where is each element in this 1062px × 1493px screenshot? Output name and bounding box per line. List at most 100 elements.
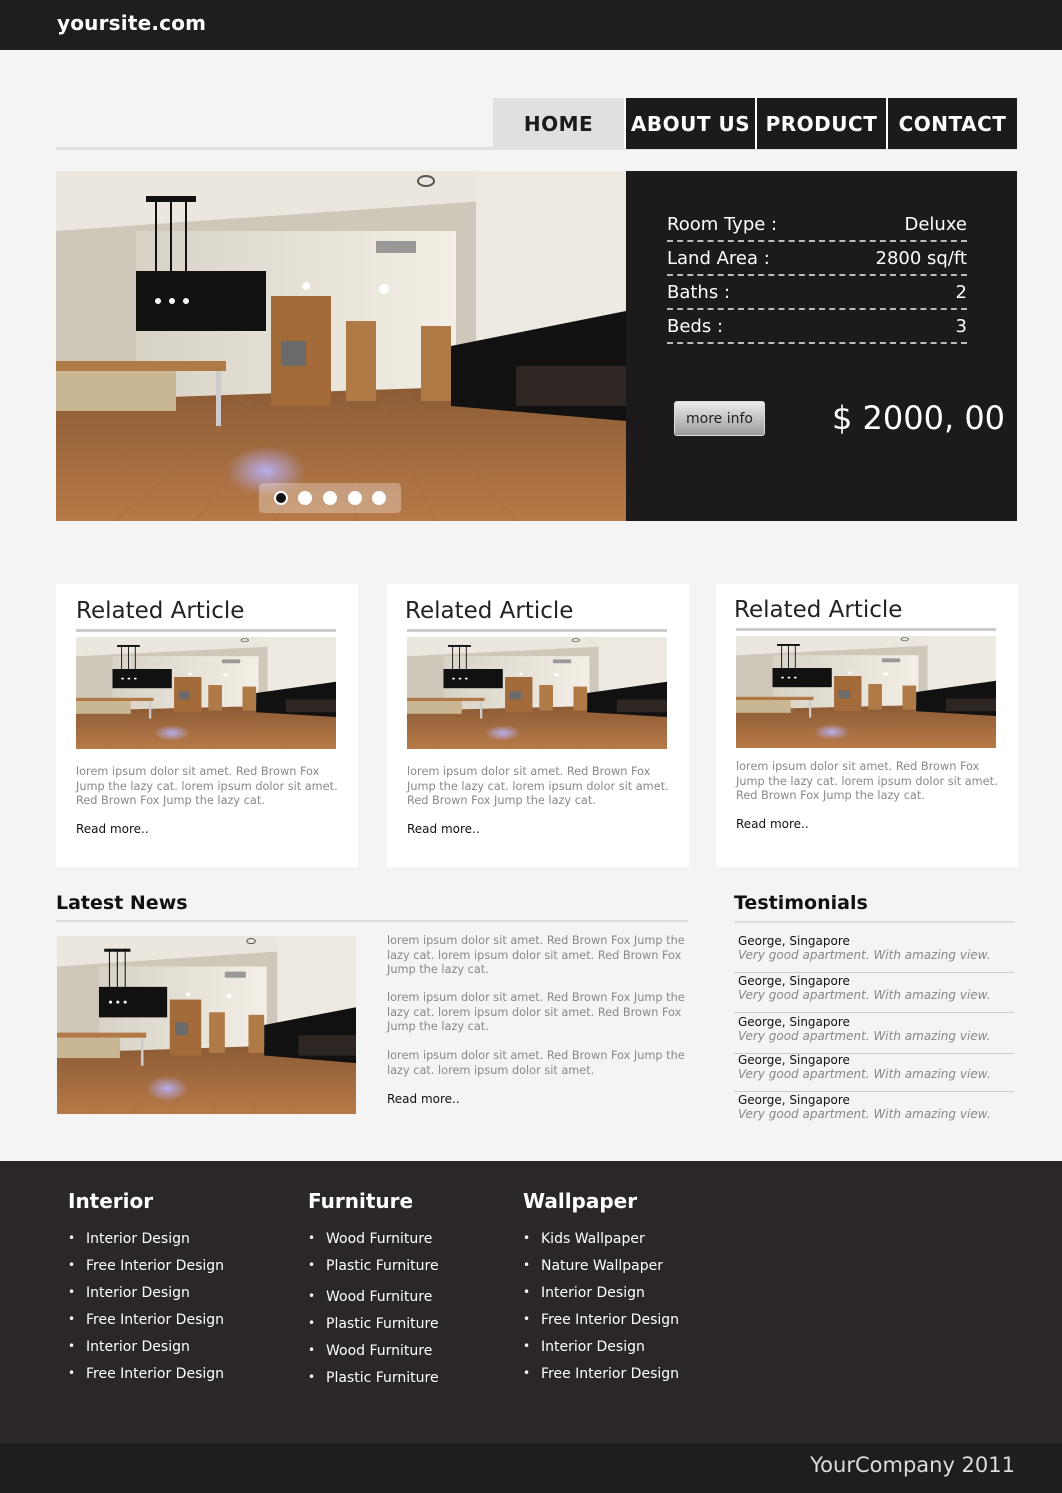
hero-photo — [56, 171, 626, 521]
slider-dot-2[interactable] — [298, 491, 313, 505]
read-more-link[interactable]: Read more.. — [387, 1092, 460, 1106]
spec-value: 2800 sq/ft — [875, 248, 967, 269]
footer-link[interactable]: Free Interior Design — [86, 1312, 224, 1328]
footer-link[interactable]: Free Interior Design — [541, 1366, 679, 1382]
footer-link[interactable]: Plastic Furniture — [326, 1258, 439, 1274]
card-text: lorem ipsum dolor sit amet. Red Brown Fo… — [76, 765, 338, 807]
testimonial-quote: Very good apartment. With amazing view. — [738, 948, 991, 962]
footer-link[interactable]: Interior Design — [541, 1339, 645, 1355]
news-paragraph: lorem ipsum dolor sit amet. Red Brown Fo… — [387, 1049, 685, 1077]
slider-dot-1[interactable] — [273, 491, 288, 505]
news-paragraph: lorem ipsum dolor sit amet. Red Brown Fo… — [387, 991, 685, 1033]
nav-product[interactable]: PRODUCT — [755, 98, 886, 149]
spec-value: 3 — [955, 316, 967, 337]
footer-list-item: Interior Design — [68, 1339, 224, 1366]
footer-heading: Interior — [68, 1189, 154, 1213]
footer-link[interactable]: Interior Design — [86, 1231, 190, 1247]
spec-land-area: Land Area : 2800 sq/ft — [667, 242, 967, 276]
footer-link[interactable]: Plastic Furniture — [326, 1370, 439, 1386]
slider-dot-3[interactable] — [322, 491, 337, 505]
hero-slider: Room Type : Deluxe Land Area : 2800 sq/f… — [56, 171, 1017, 521]
footer-list-item: Plastic Furniture — [308, 1316, 439, 1343]
footer-column-interior: Interior Interior Design Free Interior D… — [68, 1189, 224, 1393]
related-article-card: Related Article lorem ipsum dolor sit am… — [56, 584, 358, 867]
footer-list-item: Free Interior Design — [68, 1366, 224, 1393]
testimonial-quote: Very good apartment. With amazing view. — [738, 1107, 991, 1121]
nav-contact[interactable]: CONTACT — [886, 98, 1017, 149]
slider-dot-4[interactable] — [347, 491, 362, 505]
footer-link[interactable]: Free Interior Design — [86, 1366, 224, 1382]
footer-list-item: Interior Design — [523, 1339, 679, 1366]
footer-list-item: Nature Wallpaper — [523, 1258, 679, 1285]
spec-value: 2 — [955, 282, 967, 303]
spec-label: Room Type : — [667, 214, 778, 235]
testimonials-divider — [734, 921, 1014, 923]
footer-link[interactable]: Nature Wallpaper — [541, 1258, 663, 1274]
read-more-link[interactable]: Read more.. — [407, 822, 480, 836]
nav-about-us[interactable]: ABOUT US — [624, 98, 755, 149]
footer-link[interactable]: Interior Design — [541, 1285, 645, 1301]
main-nav: HOME ABOUT US PRODUCT CONTACT — [493, 98, 1017, 149]
slider-dots — [259, 483, 401, 513]
footer-list-item: Free Interior Design — [523, 1366, 679, 1393]
footer-list-item: Free Interior Design — [68, 1258, 224, 1285]
slider-dot-5[interactable] — [372, 491, 387, 505]
spec-label: Land Area : — [667, 248, 770, 269]
footer-list-item: Plastic Furniture — [308, 1370, 439, 1397]
footer-link[interactable]: Free Interior Design — [86, 1258, 224, 1274]
testimonial-item: George, Singapore Very good apartment. W… — [734, 973, 1014, 1013]
latest-news-title: Latest News — [56, 892, 188, 914]
testimonial-author: George, Singapore — [738, 974, 850, 988]
card-title: Related Article — [76, 598, 245, 624]
spec-room-type: Room Type : Deluxe — [667, 208, 967, 242]
footer-link[interactable]: Kids Wallpaper — [541, 1231, 645, 1247]
nav-home[interactable]: HOME — [493, 98, 624, 149]
footer-link[interactable]: Interior Design — [86, 1339, 190, 1355]
testimonial-item: George, Singapore Very good apartment. W… — [734, 1014, 1014, 1054]
article-image[interactable] — [407, 637, 667, 749]
testimonial-quote: Very good apartment. With amazing view. — [738, 988, 991, 1002]
related-article-card: Related Article lorem ipsum dolor sit am… — [716, 584, 1018, 867]
spec-label: Baths : — [667, 282, 731, 303]
article-image[interactable] — [76, 637, 336, 749]
room-image — [56, 171, 626, 521]
footer-column-furniture: Furniture Wood Furniture Plastic Furnitu… — [308, 1189, 439, 1397]
footer-list-item: Free Interior Design — [523, 1312, 679, 1339]
property-info-panel: Room Type : Deluxe Land Area : 2800 sq/f… — [626, 171, 1017, 521]
footer-heading: Furniture — [308, 1189, 414, 1213]
footer-link[interactable]: Wood Furniture — [326, 1343, 432, 1359]
site-logo[interactable]: yoursite.com — [57, 11, 206, 35]
footer-list-item: Interior Design — [523, 1285, 679, 1312]
read-more-link[interactable]: Read more.. — [76, 822, 149, 836]
divider — [407, 629, 667, 632]
card-title: Related Article — [405, 598, 574, 624]
spec-baths: Baths : 2 — [667, 276, 967, 310]
testimonial-item: George, Singapore Very good apartment. W… — [734, 1052, 1014, 1092]
more-info-button[interactable]: more info — [674, 401, 765, 436]
spec-label: Beds : — [667, 316, 724, 337]
testimonial-item: George, Singapore Very good apartment. W… — [734, 933, 1014, 973]
copyright: YourCompany 2011 — [810, 1453, 1015, 1477]
testimonials-title: Testimonials — [734, 892, 868, 914]
testimonial-author: George, Singapore — [738, 934, 850, 948]
divider — [76, 629, 336, 632]
footer-link[interactable]: Interior Design — [86, 1285, 190, 1301]
footer-link[interactable]: Plastic Furniture — [326, 1316, 439, 1332]
price: $ 2000, 00 — [832, 399, 1006, 437]
read-more-link[interactable]: Read more.. — [736, 817, 809, 831]
article-image[interactable] — [736, 636, 996, 748]
footer-link[interactable]: Free Interior Design — [541, 1312, 679, 1328]
top-bar: yoursite.com — [0, 0, 1062, 50]
news-image[interactable] — [57, 936, 356, 1114]
testimonial-author: George, Singapore — [738, 1053, 850, 1067]
news-paragraph: lorem ipsum dolor sit amet. Red Brown Fo… — [387, 934, 685, 976]
footer-column-wallpaper: Wallpaper Kids Wallpaper Nature Wallpape… — [523, 1189, 679, 1393]
footer-link[interactable]: Wood Furniture — [326, 1231, 432, 1247]
card-text: lorem ipsum dolor sit amet. Red Brown Fo… — [407, 765, 669, 807]
footer-list-item: Wood Furniture — [308, 1289, 439, 1316]
testimonial-quote: Very good apartment. With amazing view. — [738, 1067, 991, 1081]
footer-list-item: Interior Design — [68, 1231, 224, 1258]
footer-link[interactable]: Wood Furniture — [326, 1289, 432, 1305]
testimonial-quote: Very good apartment. With amazing view. — [738, 1029, 991, 1043]
card-text: lorem ipsum dolor sit amet. Red Brown Fo… — [736, 760, 998, 802]
